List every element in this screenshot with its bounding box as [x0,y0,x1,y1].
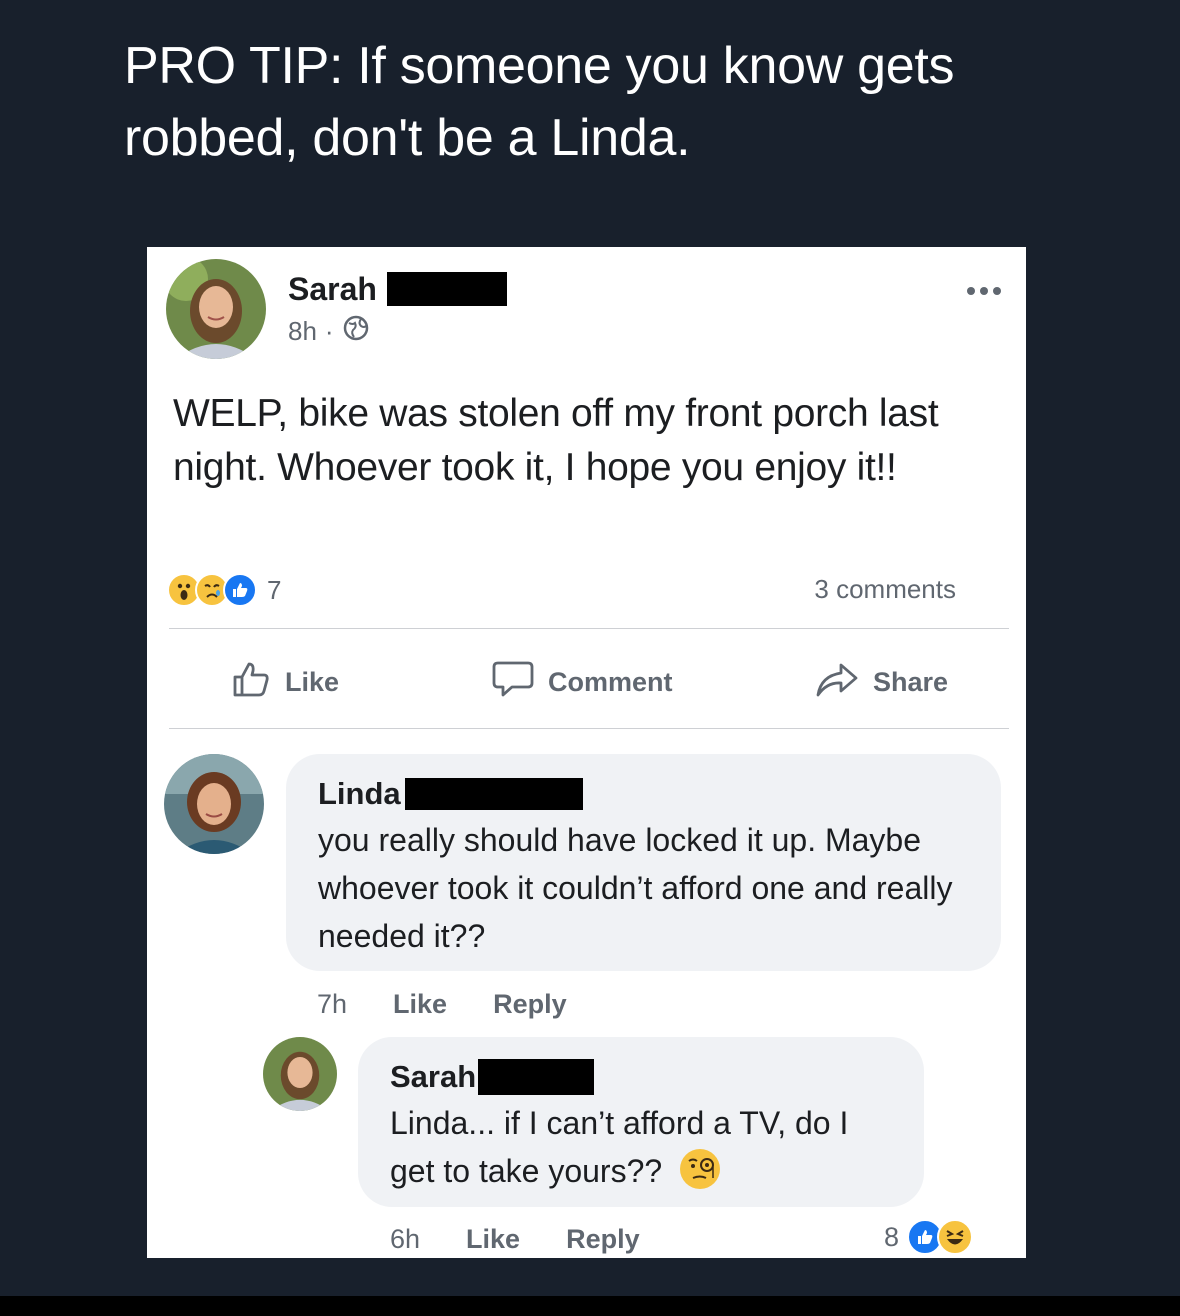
reply-author-avatar[interactable] [263,1037,337,1111]
comment-timestamp[interactable]: 7h [317,989,347,1020]
like-label: Like [285,667,340,697]
post-text: WELP, bike was stolen off my front porch… [173,392,939,489]
reaction-count: 7 [267,574,282,605]
facebook-post-screenshot: Sarah 8h · WELP, bike was stolen off my … [147,247,1026,1258]
share-button[interactable]: Share [815,659,948,706]
reply-reaction-summary[interactable]: 8 [884,1219,974,1255]
reply-timestamp[interactable]: 6h [390,1224,420,1255]
reply-reply-link[interactable]: Reply [566,1224,640,1255]
name-redaction-bar [386,272,507,306]
globe-icon [342,314,370,349]
name-redaction-bar [404,778,583,810]
thumbs-up-icon [231,659,271,706]
comments-count[interactable]: 3 comments [814,574,956,605]
share-arrow-icon [815,659,859,706]
reply-text-block: Linda... if I can’t afford a TV, do I ge… [390,1099,900,1203]
tweet-caption: PRO TIP: If someone you know gets robbed… [124,37,955,167]
speech-bubble-icon [492,659,534,706]
divider-top [169,628,1009,629]
like-icon [223,573,257,607]
post-author-name[interactable]: Sarah [288,271,377,308]
comment-label: Comment [548,667,673,697]
reply-author-name[interactable]: Sarah [390,1059,476,1095]
reaction-summary[interactable]: 7 [167,572,281,608]
divider-bottom [169,728,1009,729]
comment-bubble: Linda you really should have locked it u… [286,754,1001,971]
reply-bubble: Sarah Linda... if I can’t afford a TV, d… [358,1037,924,1207]
more-options-icon[interactable] [967,287,1001,295]
comment-text: you really should have locked it up. May… [318,822,953,954]
comment-button[interactable]: Comment [492,659,673,706]
post-timestamp[interactable]: 8h [288,316,317,347]
face-with-monocle-icon [679,1148,721,1203]
name-redaction-bar [478,1059,595,1095]
share-label: Share [873,667,949,697]
post-author-avatar[interactable] [166,259,266,359]
reply-like-link[interactable]: Like [466,1224,520,1255]
commenter-avatar[interactable] [164,754,264,854]
comment-like-link[interactable]: Like [393,989,447,1020]
bottom-strip [0,1296,1180,1316]
time-separator: · [324,315,334,346]
laugh-icon [937,1219,974,1255]
reply-text: Linda... if I can’t afford a TV, do I ge… [390,1105,849,1189]
comment-reply-link[interactable]: Reply [493,989,567,1020]
comment-author-name[interactable]: Linda [318,776,401,812]
reply-reaction-count: 8 [884,1221,900,1252]
like-button[interactable]: Like [231,659,339,706]
